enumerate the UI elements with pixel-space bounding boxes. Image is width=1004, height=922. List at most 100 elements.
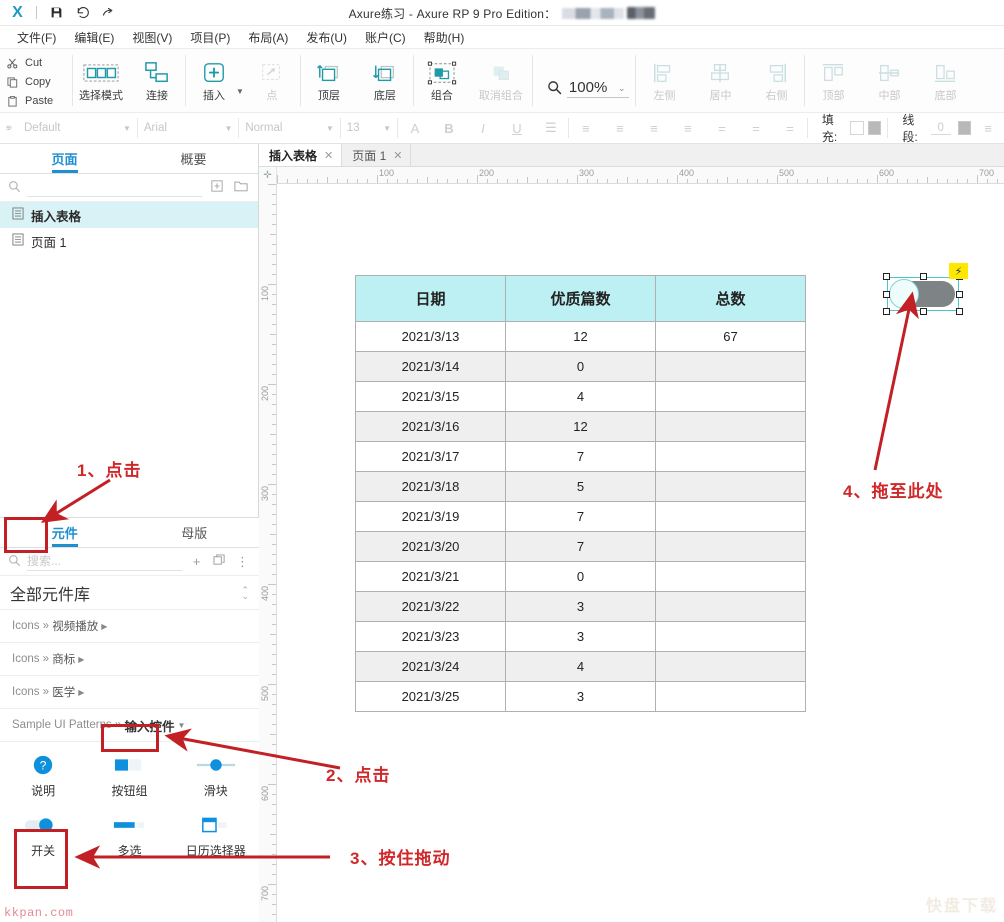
resize-handle-s[interactable]: [919, 308, 927, 315]
widget-item-slider[interactable]: 滑块: [173, 746, 259, 806]
style-select[interactable]: Default ▼: [18, 117, 137, 139]
table-row[interactable]: 2021/3/18 5: [355, 471, 806, 502]
save-icon[interactable]: [43, 2, 69, 24]
fill-color-swatch[interactable]: [867, 121, 882, 135]
toggle-switch-widget[interactable]: ⚡: [883, 263, 968, 315]
table-cell[interactable]: 3: [505, 681, 656, 712]
group-button[interactable]: 组合: [414, 54, 470, 102]
table-cell[interactable]: 3: [505, 591, 656, 622]
widget-item-multiselect[interactable]: 多选: [86, 806, 172, 866]
table-cell[interactable]: 12: [505, 321, 656, 352]
table-row[interactable]: 2021/3/22 3: [355, 591, 806, 622]
table-cell[interactable]: 2021/3/24: [355, 651, 506, 682]
page-item-0[interactable]: 插入表格: [0, 202, 258, 228]
table-cell[interactable]: 5: [505, 471, 656, 502]
table-cell[interactable]: [655, 621, 806, 652]
table-cell[interactable]: 0: [505, 561, 656, 592]
table-cell[interactable]: 2021/3/16: [355, 411, 506, 442]
table-cell[interactable]: 2021/3/17: [355, 441, 506, 472]
send-to-back-button[interactable]: 底层: [357, 54, 413, 102]
add-folder-icon[interactable]: [232, 180, 250, 195]
table-cell[interactable]: 2021/3/14: [355, 351, 506, 382]
table-cell[interactable]: [655, 501, 806, 532]
data-table[interactable]: 日期 优质篇数 总数 2021/3/13 12 67 2021/3/14 0 2021/3/15…: [355, 275, 806, 712]
table-cell[interactable]: [655, 591, 806, 622]
table-cell[interactable]: 2021/3/22: [355, 591, 506, 622]
table-cell[interactable]: 2021/3/23: [355, 621, 506, 652]
table-cell[interactable]: [655, 411, 806, 442]
table-cell[interactable]: 2021/3/15: [355, 381, 506, 412]
insert-dropdown-caret-icon[interactable]: ▼: [236, 87, 244, 96]
table-cell[interactable]: 2021/3/18: [355, 471, 506, 502]
library-selector[interactable]: 全部元件库 ⌃ ⌄: [0, 576, 259, 610]
copy-button[interactable]: Copy: [6, 74, 72, 91]
table-cell[interactable]: [655, 681, 806, 712]
widget-item-datepicker[interactable]: 日历选择器: [173, 806, 259, 866]
page-item-1[interactable]: 页面 1: [0, 228, 258, 254]
resize-handle-sw[interactable]: [883, 308, 890, 315]
line-color-swatch[interactable]: [957, 121, 972, 135]
canvas-tab-1[interactable]: 页面 1 ✕: [342, 144, 412, 166]
line-style-icon[interactable]: ≡: [978, 121, 998, 136]
table-row[interactable]: 2021/3/16 12: [355, 411, 806, 442]
table-cell[interactable]: 2021/3/19: [355, 501, 506, 532]
add-library-icon[interactable]: +: [188, 554, 205, 569]
library-group-1[interactable]: Icons » 商标 ▶: [0, 643, 259, 676]
page-search-input[interactable]: [27, 178, 202, 197]
table-cell[interactable]: 2021/3/25: [355, 681, 506, 712]
widget-item-button-group[interactable]: 按钮组: [86, 746, 172, 806]
menu-edit[interactable]: 编辑(E): [65, 27, 123, 48]
table-cell[interactable]: [655, 381, 806, 412]
widget-search-input[interactable]: [27, 552, 182, 571]
canvas-tab-0[interactable]: 插入表格 ✕: [259, 144, 343, 166]
font-family-select[interactable]: Arial ▼: [138, 117, 239, 139]
library-group-2[interactable]: Icons » 医学 ▶: [0, 676, 259, 709]
table-row[interactable]: 2021/3/24 4: [355, 651, 806, 682]
menu-view[interactable]: 视图(V): [123, 27, 181, 48]
table-row[interactable]: 2021/3/23 3: [355, 621, 806, 652]
line-width-value[interactable]: 0: [930, 122, 951, 135]
resize-handle-w[interactable]: [883, 290, 890, 298]
resize-handle-n[interactable]: [919, 273, 927, 280]
library-options-icon[interactable]: ⋮: [234, 554, 251, 570]
table-cell[interactable]: 0: [505, 351, 656, 382]
selection-mode-button[interactable]: 选择模式: [73, 54, 129, 102]
connect-button[interactable]: 连接: [129, 54, 185, 102]
add-page-icon[interactable]: [208, 180, 226, 195]
table-row[interactable]: 2021/3/14 0: [355, 351, 806, 382]
table-cell[interactable]: [655, 441, 806, 472]
table-row[interactable]: 2021/3/19 7: [355, 501, 806, 532]
widget-item-description[interactable]: ? 说明: [0, 746, 86, 806]
table-cell[interactable]: 2021/3/20: [355, 531, 506, 562]
undo-icon[interactable]: [69, 2, 95, 24]
table-cell[interactable]: [655, 471, 806, 502]
vertical-ruler[interactable]: 100 200 300 400 500 600 700: [259, 184, 277, 922]
table-row[interactable]: 2021/3/15 4: [355, 381, 806, 412]
design-canvas[interactable]: 日期 优质篇数 总数 2021/3/13 12 67 2021/3/14 0 2021/3/15…: [277, 184, 1004, 922]
table-row[interactable]: 2021/3/17 7: [355, 441, 806, 472]
zoom-control[interactable]: 100% ⌄: [533, 49, 636, 112]
font-size-select[interactable]: 13 ▼: [341, 117, 397, 139]
table-row[interactable]: 2021/3/20 7: [355, 531, 806, 562]
table-cell[interactable]: 12: [505, 411, 656, 442]
tab-pages[interactable]: 页面: [0, 144, 129, 173]
zoom-dropdown-caret-icon[interactable]: ⌄: [618, 83, 626, 94]
table-cell[interactable]: 7: [505, 531, 656, 562]
font-weight-select[interactable]: Normal ▼: [239, 117, 340, 139]
close-icon[interactable]: ✕: [324, 149, 333, 162]
paste-button[interactable]: Paste: [6, 93, 72, 110]
menu-help[interactable]: 帮助(H): [415, 27, 474, 48]
menu-file[interactable]: 文件(F): [8, 27, 65, 48]
table-row[interactable]: 2021/3/25 3: [355, 681, 806, 712]
table-cell[interactable]: 7: [505, 501, 656, 532]
bring-to-front-button[interactable]: 顶层: [301, 54, 357, 102]
cut-button[interactable]: Cut: [6, 55, 72, 72]
horizontal-ruler[interactable]: 100 200 300 400 500 600 700: [259, 167, 1004, 184]
table-cell[interactable]: [655, 351, 806, 382]
resize-handle-nw[interactable]: [883, 273, 890, 280]
table-cell[interactable]: 2021/3/13: [355, 321, 506, 352]
menu-layout[interactable]: 布局(A): [239, 27, 297, 48]
menu-project[interactable]: 项目(P): [181, 27, 239, 48]
table-cell[interactable]: [655, 561, 806, 592]
table-cell[interactable]: [655, 651, 806, 682]
